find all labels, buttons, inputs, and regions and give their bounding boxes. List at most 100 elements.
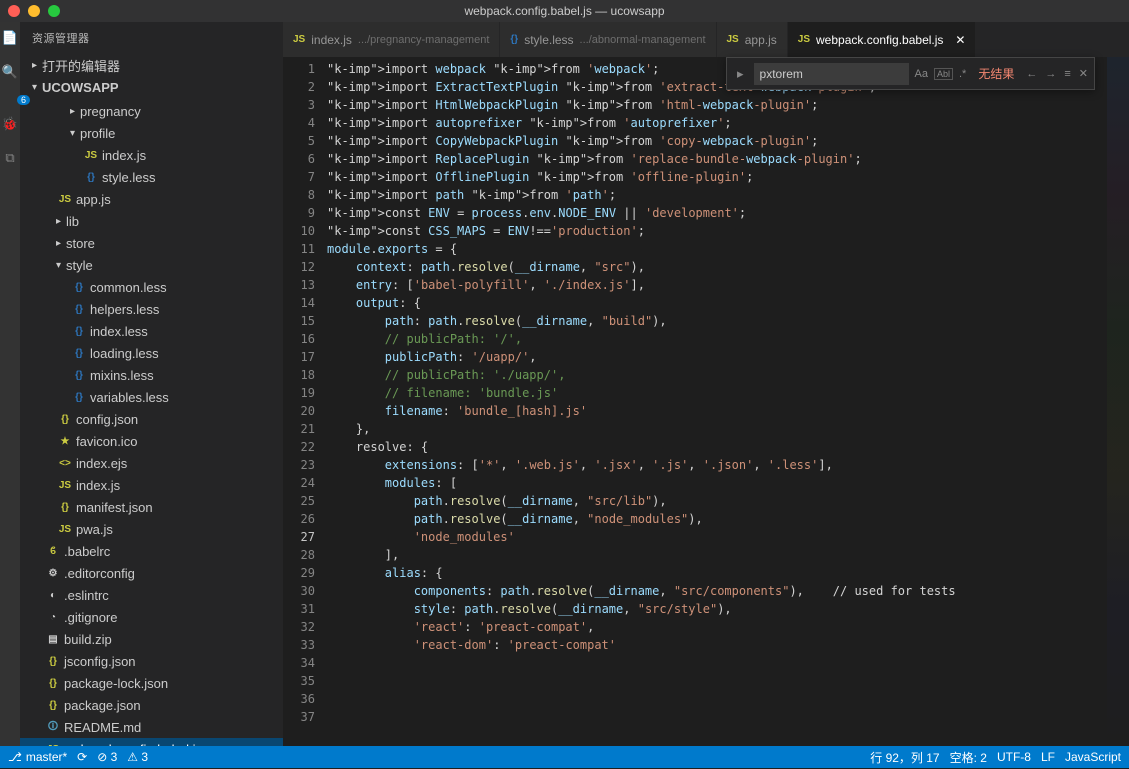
tree-item-label: package-lock.json: [64, 676, 168, 691]
titlebar: webpack.config.babel.js — ucowsapp: [0, 0, 1129, 22]
gear-file-icon: ⚙: [44, 568, 62, 579]
chevron-down-icon: ▾: [56, 260, 66, 271]
tree-item-label: .eslintrc: [64, 588, 109, 603]
git-branch[interactable]: ⎇master*: [8, 750, 67, 764]
file-item[interactable]: ϐ.babelrc: [20, 540, 283, 562]
folder-item[interactable]: ▾profile: [20, 122, 283, 144]
tab-sublabel: .../abnormal-management: [580, 34, 706, 46]
tree-item-label: index.js: [102, 148, 146, 163]
file-item[interactable]: {}loading.less: [20, 342, 283, 364]
file-item[interactable]: 🛈README.md: [20, 716, 283, 738]
file-item[interactable]: ◐.eslintrc: [20, 584, 283, 606]
indent-status[interactable]: 空格: 2: [950, 749, 987, 766]
less-file-icon: {}: [70, 370, 88, 381]
find-toggle-icon[interactable]: ▸: [731, 66, 750, 82]
file-item[interactable]: {}mixins.less: [20, 364, 283, 386]
tree-item-label: variables.less: [90, 390, 169, 405]
code-content[interactable]: "k-imp">import webpack "k-imp">from 'web…: [327, 57, 1107, 746]
problems-warnings[interactable]: ⚠ 3: [127, 750, 148, 764]
file-item[interactable]: {}variables.less: [20, 386, 283, 408]
file-item[interactable]: {}helpers.less: [20, 298, 283, 320]
chevron-right-icon: ▸: [56, 238, 66, 249]
folder-item[interactable]: ▾style: [20, 254, 283, 276]
file-item[interactable]: JSindex.js: [20, 144, 283, 166]
file-item[interactable]: ⚙.editorconfig: [20, 562, 283, 584]
match-case-icon[interactable]: Aa: [913, 66, 930, 82]
find-prev-icon[interactable]: ←: [1024, 66, 1039, 82]
file-item[interactable]: {}style.less: [20, 166, 283, 188]
tree-item-label: .gitignore: [64, 610, 117, 625]
tree-item-label: lib: [66, 214, 79, 229]
tree-item-label: pregnancy: [80, 104, 141, 119]
tree-item-label: favicon.ico: [76, 434, 137, 449]
editor-tab[interactable]: JSapp.js: [717, 22, 788, 57]
minimap[interactable]: [1107, 57, 1129, 746]
editor-tab[interactable]: JSindex.js.../pregnancy-management: [283, 22, 500, 57]
code-editor[interactable]: 1234567891011121314151617181920212223242…: [283, 57, 1129, 746]
tab-file-icon: JS: [293, 34, 305, 45]
eslint-file-icon: ◐: [44, 590, 62, 601]
search-icon[interactable]: 🔍: [2, 64, 18, 80]
json-file-icon: {}: [56, 502, 74, 513]
eol-status[interactable]: LF: [1041, 750, 1055, 764]
file-item[interactable]: JSpwa.js: [20, 518, 283, 540]
branch-icon: ⎇: [8, 750, 22, 764]
folder-item[interactable]: ▸pregnancy: [20, 100, 283, 122]
tab-label: index.js: [311, 33, 352, 47]
folder-item[interactable]: ▸store: [20, 232, 283, 254]
maximize-window-icon[interactable]: [48, 5, 60, 17]
chevron-right-icon: ▸: [70, 106, 80, 117]
tree-item-label: manifest.json: [76, 500, 153, 515]
project-root[interactable]: ▾UCOWSAPP: [20, 76, 283, 98]
tree-item-label: webpack.config.babel.js: [64, 742, 202, 747]
match-whole-word-icon[interactable]: Abl: [934, 68, 953, 80]
less-file-icon: {}: [70, 326, 88, 337]
editor-tab[interactable]: {}style.less.../abnormal-management: [500, 22, 716, 57]
folder-item[interactable]: ▸lib: [20, 210, 283, 232]
file-item[interactable]: JSwebpack.config.babel.js: [20, 738, 283, 746]
editor-tab[interactable]: JSwebpack.config.babel.js✕: [788, 22, 977, 57]
file-item[interactable]: {}package.json: [20, 694, 283, 716]
file-item[interactable]: {}common.less: [20, 276, 283, 298]
find-widget: ▸ Aa Abl .* 无结果 ← → ≡ ✕: [726, 57, 1095, 90]
problems-errors[interactable]: ⊘ 3: [97, 750, 117, 764]
file-item[interactable]: {}manifest.json: [20, 496, 283, 518]
tab-close-icon[interactable]: ✕: [949, 33, 965, 47]
tree-item-label: package.json: [64, 698, 141, 713]
regex-icon[interactable]: .*: [957, 66, 968, 82]
find-selection-icon[interactable]: ≡: [1062, 66, 1072, 82]
close-window-icon[interactable]: [8, 5, 20, 17]
find-close-icon[interactable]: ✕: [1077, 65, 1090, 82]
file-item[interactable]: {}jsconfig.json: [20, 650, 283, 672]
file-item[interactable]: {}package-lock.json: [20, 672, 283, 694]
minimize-window-icon[interactable]: [28, 5, 40, 17]
file-item[interactable]: <>index.ejs: [20, 452, 283, 474]
explorer-icon[interactable]: 📄: [2, 30, 18, 46]
tree-item-label: index.less: [90, 324, 148, 339]
file-item[interactable]: ▤build.zip: [20, 628, 283, 650]
cursor-position[interactable]: 行 92，列 17: [870, 749, 939, 766]
find-result-label: 无结果: [972, 65, 1020, 82]
extensions-icon[interactable]: ⧉: [5, 150, 14, 166]
sidebar: 资源管理器 ▸打开的编辑器 ▾UCOWSAPP ▸pregnancy▾profi…: [20, 22, 283, 746]
encoding-status[interactable]: UTF-8: [997, 750, 1031, 764]
sync-icon[interactable]: ⟳: [77, 750, 87, 764]
file-item[interactable]: JSapp.js: [20, 188, 283, 210]
language-status[interactable]: JavaScript: [1065, 750, 1121, 764]
debug-icon[interactable]: 🐞: [2, 116, 18, 132]
file-item[interactable]: ★favicon.ico: [20, 430, 283, 452]
zip-file-icon: ▤: [44, 634, 62, 645]
file-item[interactable]: {}index.less: [20, 320, 283, 342]
open-editors-section[interactable]: ▸打开的编辑器: [20, 54, 283, 76]
file-item[interactable]: {}config.json: [20, 408, 283, 430]
tree-item-label: config.json: [76, 412, 138, 427]
chevron-down-icon: ▾: [70, 128, 80, 139]
tree-item-label: profile: [80, 126, 115, 141]
find-input[interactable]: [754, 63, 909, 85]
find-next-icon[interactable]: →: [1043, 66, 1058, 82]
sidebar-title: 资源管理器: [20, 22, 283, 54]
less-file-icon: {}: [82, 172, 100, 183]
file-item[interactable]: JSindex.js: [20, 474, 283, 496]
tree-item-label: app.js: [76, 192, 111, 207]
file-item[interactable]: ◔.gitignore: [20, 606, 283, 628]
